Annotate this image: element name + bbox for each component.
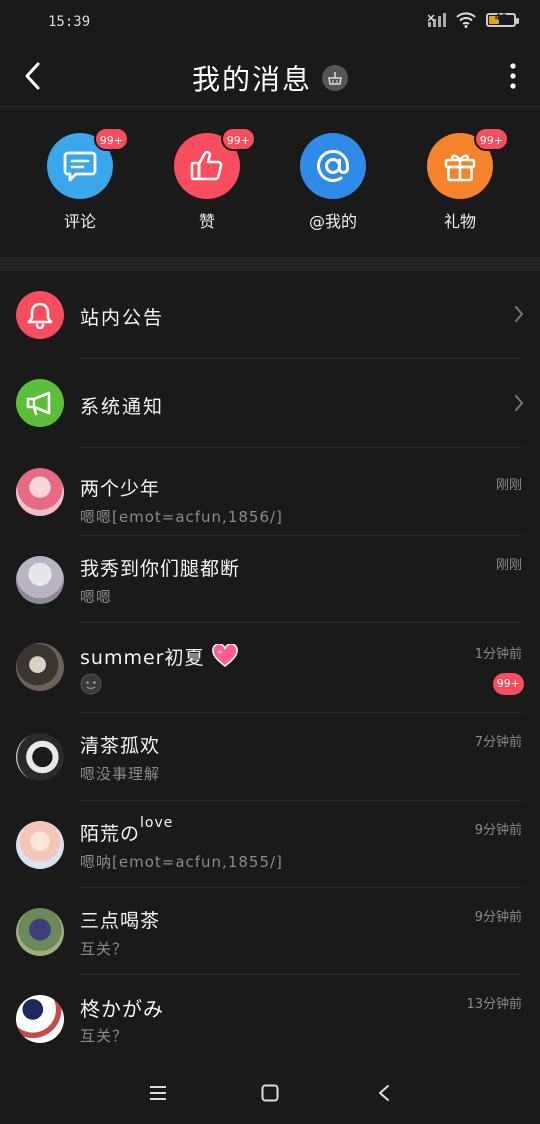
emoji-icon	[80, 673, 102, 695]
message-list: 站内公告 系统通知 两个少年 嗯嗯[emot=acfun,1856/] 刚刚 我…	[0, 271, 540, 1059]
category-mention[interactable]: @我的	[278, 133, 388, 232]
announcement-row[interactable]: 站内公告	[0, 271, 540, 359]
avatar	[16, 995, 64, 1043]
status-icons: 40	[428, 12, 519, 28]
category-comment-badge: 99+	[93, 127, 129, 151]
category-gift-badge: 99+	[473, 127, 509, 151]
avatar	[16, 821, 64, 869]
category-gift-label: 礼物	[443, 212, 476, 231]
system-notice-title: 系统通知	[80, 396, 165, 418]
conversation-name-text: summer初夏	[80, 647, 205, 669]
page-title-wrap: 我的消息	[0, 58, 540, 98]
signal-off-icon	[428, 13, 446, 27]
conversation-time: 1分钟前	[474, 647, 522, 662]
conversation-time: 13分钟前	[466, 997, 522, 1012]
conversation-preview: 互关？	[80, 1027, 129, 1045]
more-vertical-icon	[510, 63, 516, 89]
page-title: 我的消息	[191, 63, 312, 96]
status-time: 15:39	[48, 14, 91, 30]
chevron-right-icon	[515, 306, 524, 322]
conversation-preview: 嗯呐[emot=acfun,1855/]	[80, 853, 283, 871]
conversation-row[interactable]: 柊かがみ 互关？ 13分钟前	[0, 975, 540, 1059]
category-comment-label: 评论	[63, 212, 96, 231]
category-like-label: 赞	[198, 212, 215, 231]
conversation-row[interactable]: 我秀到你们腿都断 嗯嗯 刚刚	[0, 536, 540, 623]
category-comment[interactable]: 99+ 评论	[25, 127, 135, 232]
more-button[interactable]	[498, 58, 528, 94]
category-like-circle: 99+	[174, 127, 256, 199]
category-mention-label: @我的	[308, 212, 357, 231]
battery-icon: 40	[486, 13, 519, 27]
conversation-name: 两个少年	[80, 478, 161, 500]
wifi-icon	[456, 12, 476, 28]
home-button[interactable]	[255, 1078, 285, 1108]
avatar	[16, 908, 64, 956]
category-gift[interactable]: 99+ 礼物	[405, 127, 515, 232]
status-bar: 15:39 40	[0, 0, 540, 48]
conversation-name: 我秀到你们腿都断	[80, 558, 241, 580]
comment-icon	[63, 151, 97, 182]
conversation-time: 9分钟前	[474, 910, 522, 925]
conversation-name: 清茶孤欢	[80, 735, 161, 757]
category-gift-circle: 99+	[427, 127, 509, 199]
conversation-time: 刚刚	[495, 478, 522, 493]
system-notice-row[interactable]: 系统通知	[0, 359, 540, 448]
avatar	[16, 733, 64, 781]
clear-unread-button[interactable]	[322, 65, 348, 91]
conversation-time: 刚刚	[495, 558, 522, 573]
conversation-preview: 互关？	[80, 940, 129, 958]
chevron-right-icon	[515, 395, 524, 411]
conversation-row[interactable]: 陌荒のlove 嗯呐[emot=acfun,1855/] 9分钟前	[0, 801, 540, 888]
broom-icon	[328, 72, 342, 85]
category-mention-circle	[300, 133, 366, 199]
conversation-row[interactable]: summer初夏 1分钟前 99+	[0, 623, 540, 713]
system-back-button[interactable]	[369, 1078, 399, 1108]
conversation-preview	[80, 673, 102, 699]
megaphone-icon	[26, 391, 51, 416]
conversation-time: 9分钟前	[474, 823, 522, 838]
conversation-preview: 嗯嗯	[80, 588, 113, 606]
nav-bar: 我的消息	[0, 48, 540, 107]
avatar	[16, 468, 64, 516]
conversation-time: 7分钟前	[474, 735, 522, 750]
system-nav-bar	[0, 1060, 540, 1124]
announcement-title: 站内公告	[80, 307, 165, 329]
section-divider	[0, 257, 540, 271]
announcement-icon-circle	[16, 291, 64, 339]
heart-icon	[211, 643, 238, 667]
conversation-name: 三点喝茶	[80, 910, 161, 932]
menu-icon	[150, 1086, 166, 1100]
conversation-preview: 嗯没事理解	[80, 765, 161, 783]
system-notice-icon-circle	[16, 379, 64, 427]
conversation-name-sup: love	[140, 815, 174, 831]
avatar	[16, 556, 64, 604]
gift-icon	[444, 154, 476, 182]
category-like-badge: 99+	[220, 127, 256, 151]
conversation-row[interactable]: 三点喝茶 互关？ 9分钟前	[0, 888, 540, 975]
recent-apps-button[interactable]	[143, 1078, 173, 1108]
category-row: 99+ 评论 99+ 赞 @我的 99+ 礼物	[0, 107, 540, 257]
conversation-name: 陌荒のlove	[80, 815, 173, 846]
home-square-icon	[261, 1084, 279, 1102]
conversation-row[interactable]: 两个少年 嗯嗯[emot=acfun,1856/] 刚刚	[0, 448, 540, 536]
conversation-preview: 嗯嗯[emot=acfun,1856/]	[80, 508, 283, 526]
thumbs-up-icon	[190, 150, 223, 181]
at-icon	[317, 149, 350, 182]
back-triangle-icon	[379, 1085, 389, 1101]
category-like[interactable]: 99+ 赞	[152, 127, 262, 232]
category-comment-circle: 99+	[47, 127, 129, 199]
conversation-name: summer初夏	[80, 643, 238, 670]
unread-badge: 99+	[492, 673, 524, 695]
bell-icon	[27, 302, 53, 329]
battery-level: 40	[494, 13, 508, 23]
avatar	[16, 643, 64, 691]
conversation-row[interactable]: 清茶孤欢 嗯没事理解 7分钟前	[0, 713, 540, 801]
conversation-name: 柊かがみ	[80, 997, 164, 1021]
conversation-name-text: 陌荒の	[80, 823, 141, 845]
